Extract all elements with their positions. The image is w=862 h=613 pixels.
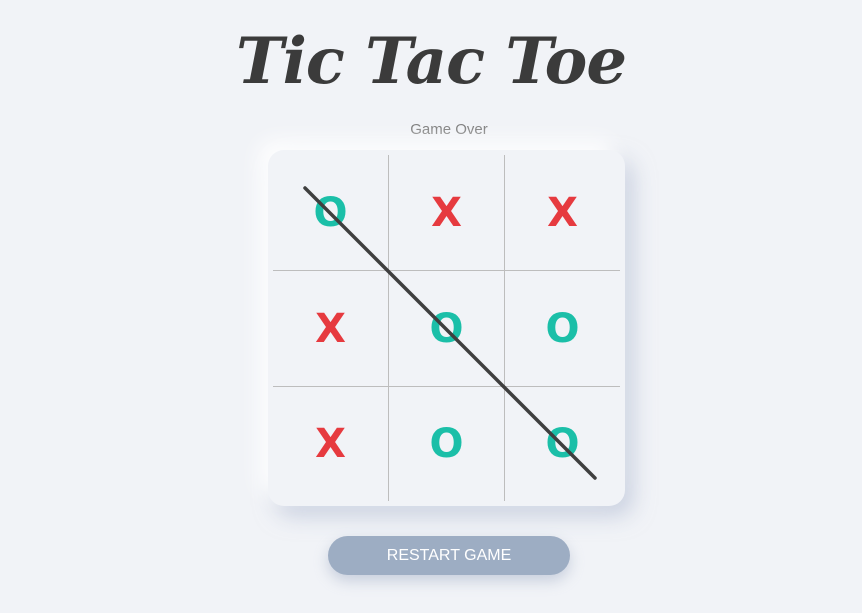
board-cell[interactable]: X [505, 155, 620, 270]
restart-game-button[interactable]: RESTART GAME [328, 536, 570, 575]
board-cell[interactable]: O [389, 387, 504, 501]
board-cell[interactable]: X [273, 387, 388, 501]
board-cell[interactable]: O [389, 271, 504, 386]
board-cell[interactable]: O [273, 155, 388, 270]
board-cell[interactable]: O [505, 271, 620, 386]
board-cell[interactable]: O [505, 387, 620, 501]
board-cell[interactable]: X [273, 271, 388, 386]
game-status: Game Over [410, 121, 488, 138]
board-cell[interactable]: X [389, 155, 504, 270]
game-title: Tic Tac Toe [235, 24, 627, 99]
board-grid: O X X X O O X O O [273, 155, 620, 501]
game-board: O X X X O O X O O [268, 150, 625, 506]
